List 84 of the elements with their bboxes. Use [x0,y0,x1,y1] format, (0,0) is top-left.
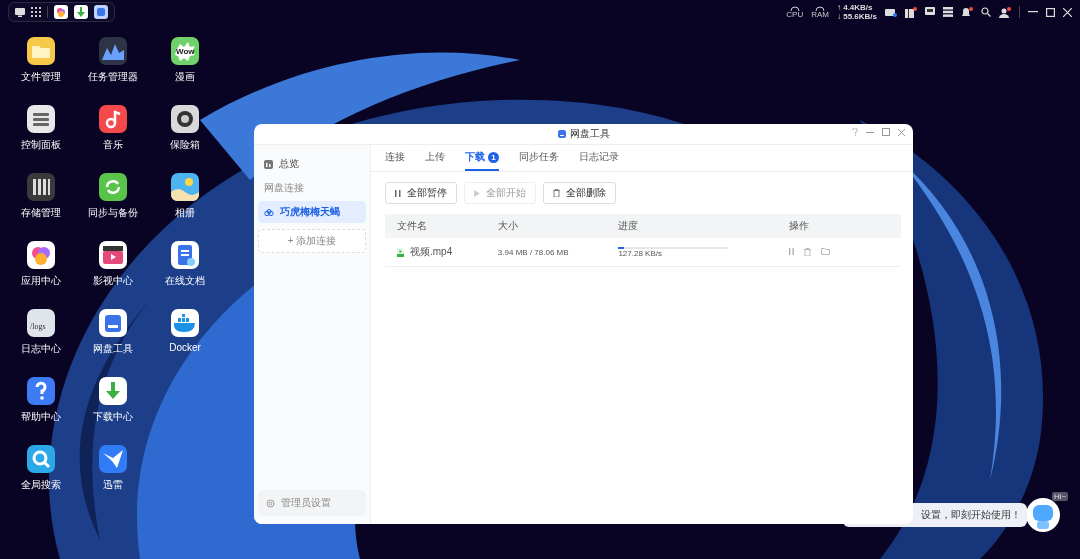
tab[interactable]: 同步任务 [519,145,559,171]
safe-icon [170,104,200,134]
drive-icon [98,308,128,338]
gauge-label: RAM [811,11,829,19]
pause-icon [395,189,401,197]
film-icon [98,240,128,270]
count-badge: 1 [488,151,499,163]
desktop-app[interactable]: 控制面板 [5,104,77,156]
sync-icon [98,172,128,202]
document-icon [170,240,200,270]
settings-icon [266,498,275,508]
desktop-app[interactable]: 音乐 [77,104,149,156]
download-icon [98,376,128,406]
drive-icon [557,130,566,138]
log-icon: /logs [26,308,56,338]
section-label: 网盘连接 [263,181,305,195]
desktop-app[interactable]: 在线文档 [149,240,221,292]
folder-icon [26,36,56,66]
file-name: 视频.mp4 [410,245,453,259]
bell-icon[interactable] [961,6,973,18]
download-icon[interactable] [74,5,88,19]
music-note-icon [98,104,128,134]
desktop-app[interactable]: /logs 日志中心 [5,308,77,360]
column-header: 文件名 [385,214,486,238]
gauge-icon [815,5,826,11]
user-icon[interactable] [999,6,1011,18]
desktop-app[interactable]: 帮助中心 [5,376,77,428]
column-header: 操作 [777,214,901,238]
desktop-app[interactable]: 应用中心 [5,240,77,292]
shapes-icon[interactable] [54,5,68,19]
tab[interactable]: 连接 [385,145,405,171]
greeting-tag: Hi~ [1052,492,1069,501]
search-icon[interactable] [981,7,991,17]
grid-icon[interactable] [31,7,41,17]
play-icon [474,189,480,197]
chart-icon [264,159,273,169]
question-icon [26,376,56,406]
download-speed: 127.28 KB/s [618,248,662,258]
gauge-label: CPU [786,11,804,19]
sliders-icon [26,104,56,134]
desktop-app[interactable]: 迅雷 [77,444,149,496]
chart-icon [98,36,128,66]
minimize-icon[interactable] [1028,11,1038,13]
overview-item[interactable]: 总览 [258,153,366,175]
add-connection-button[interactable]: + 添加连接 [258,229,366,253]
desktop-app[interactable]: 相册 [149,172,221,224]
monitor-icon[interactable] [15,7,25,17]
column-header: 大小 [485,214,607,238]
bird-icon [98,444,128,474]
connection-item[interactable]: 巧虎梅梅天蝎 [258,201,366,223]
toolbar-button[interactable]: 全部暂停 [385,182,457,204]
panel-icon[interactable] [905,6,917,18]
desktop-app[interactable]: 任务管理器 [77,36,149,88]
table-cell: 3.94 MB / 78.06 MB [485,238,607,267]
landscape-icon [170,172,200,202]
search-icon [26,444,56,474]
desktop-app[interactable]: 文件管理 [5,36,77,88]
desktop-app[interactable]: 网盘工具 [77,308,149,360]
upload-speed: ↑ 4.4KB/s [836,3,874,12]
robot-avatar-icon[interactable] [1026,498,1060,532]
desktop-app[interactable]: 下载中心 [77,376,149,428]
cloud-icon [264,208,274,216]
window-title: 网盘工具 [569,127,610,141]
desktop-app[interactable]: 保险箱 [149,104,221,156]
drive-icon[interactable] [885,7,897,17]
desktop-app[interactable]: 存储管理 [5,172,77,224]
video-file-icon [397,247,404,257]
desktop-app[interactable]: Docker [149,308,221,360]
screen-icon[interactable] [925,7,935,17]
gauge-icon [789,5,800,11]
column-header: 进度 [606,214,777,238]
desktop-app[interactable]: 全局搜索 [5,444,77,496]
download-speed: ↓ 55.6KB/s [836,12,877,21]
desktop-app[interactable]: 影视中心 [77,240,149,292]
list-icon[interactable] [943,7,953,17]
tab[interactable]: 下载 1 [465,145,499,171]
toolbar-button[interactable]: 全部删除 [543,182,616,204]
tab[interactable]: 日志记录 [579,145,619,171]
whale-icon [170,308,200,338]
shapes-icon [26,240,56,270]
tab[interactable]: 上传 [425,145,445,171]
drives-icon [26,172,56,202]
desktop-app[interactable]: 同步与备份 [77,172,149,224]
trash-icon [553,189,560,197]
